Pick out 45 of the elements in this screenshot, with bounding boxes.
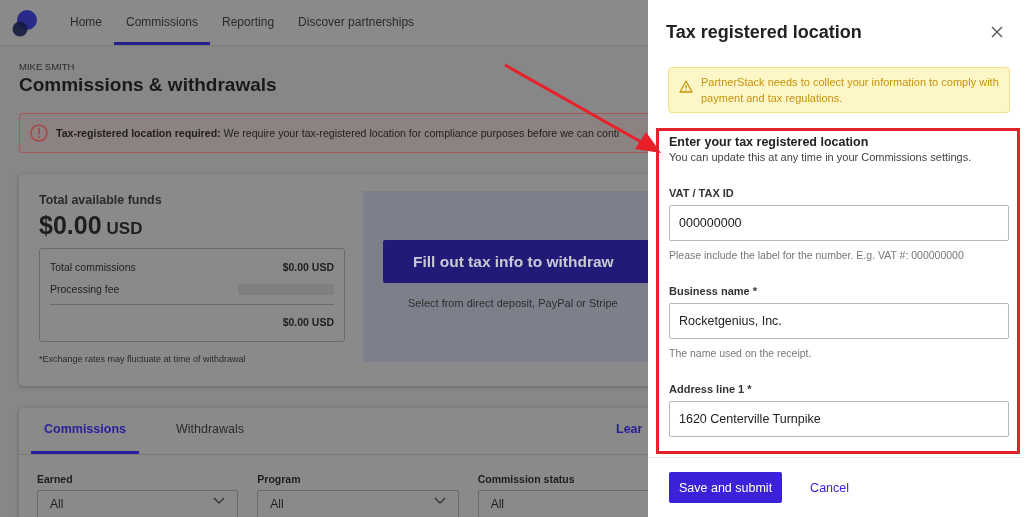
nav-tab[interactable]: Commissions xyxy=(114,0,211,45)
chevron-down-icon xyxy=(213,497,226,505)
nav-tab[interactable]: Discover partnerships xyxy=(286,0,427,45)
chevron-down-icon xyxy=(433,497,446,505)
summary-label: Total commissions xyxy=(50,261,136,273)
input-field[interactable]: 000000000 xyxy=(669,205,1009,241)
field-label: VAT / TAX ID xyxy=(669,187,735,199)
nav-tab[interactable]: Home xyxy=(58,0,114,45)
filter-dropdown[interactable]: All xyxy=(37,490,239,517)
drawer-title: Tax registered location xyxy=(666,21,862,43)
warning-icon xyxy=(679,80,693,93)
funds-currency: USD xyxy=(106,219,143,239)
section-tab[interactable]: Withdrawals xyxy=(162,408,258,454)
field-help: Please include the label for the number. E.g. VAT #: 000000000 xyxy=(669,249,965,261)
alert-message: Tax-registered location required: We require your tax-registered location for compliance purposes before we can conti xyxy=(56,127,620,139)
withdraw-hint: Select from direct deposit, PayPal or Stripe xyxy=(407,297,619,309)
input-field[interactable]: 1620 Centerville Turnpike xyxy=(669,401,1009,437)
page-title: Commissions & withdrawals xyxy=(19,74,278,96)
exchange-note: *Exchange rates may fluctuate at time of withdrawal xyxy=(39,354,247,364)
summary-total: $0.00 USD xyxy=(282,316,334,328)
section-subtitle: You can update this at any time in your Commissions settings. xyxy=(669,151,973,163)
field-help: The name used on the receipt. xyxy=(669,347,813,359)
close-icon[interactable] xyxy=(991,26,1003,38)
alert-icon xyxy=(30,124,48,142)
filter-label: Commission status xyxy=(477,473,576,485)
section-tab[interactable]: Commissions xyxy=(31,408,139,454)
cancel-link[interactable]: Cancel xyxy=(810,480,850,495)
withdraw-button[interactable]: Fill out tax info to withdraw xyxy=(383,240,648,283)
learn-link[interactable]: Lear xyxy=(616,422,643,436)
logo-icon xyxy=(12,8,38,37)
section-title: Enter your tax registered location xyxy=(669,135,870,149)
field-label: Business name * xyxy=(669,285,759,297)
save-button[interactable]: Save and submit xyxy=(669,472,783,503)
field-label: Address line 1 * xyxy=(669,383,753,395)
filter-label: Program xyxy=(257,473,302,485)
funds-label: Total available funds xyxy=(39,193,163,207)
account-name: MIKE SMITH xyxy=(19,61,76,72)
warning-message: PartnerStack needs to collect your information to comply with payment and tax regulations. xyxy=(701,75,1000,106)
nav-tab[interactable]: Reporting xyxy=(210,0,287,45)
summary-value: $0.00 USD xyxy=(282,261,334,273)
filter-label: Earned xyxy=(37,473,74,485)
filter-dropdown[interactable]: All xyxy=(257,490,459,517)
summary-label: Processing fee xyxy=(50,283,120,295)
funds-amount: $0.00 xyxy=(39,211,102,240)
input-field[interactable]: Rocketgenius, Inc. xyxy=(669,303,1009,339)
